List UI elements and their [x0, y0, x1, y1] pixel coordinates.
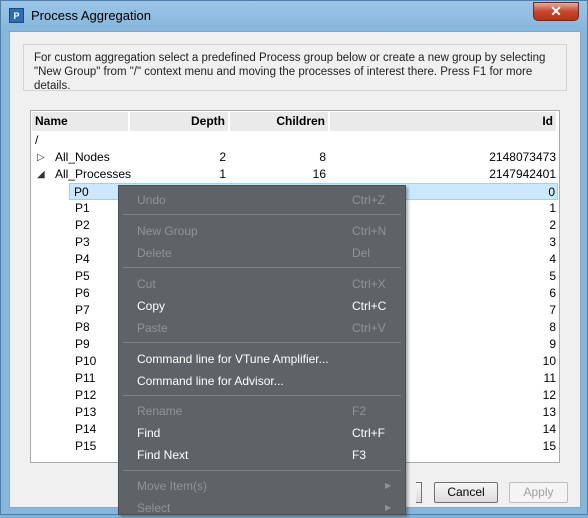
row-id: 2147942401 [489, 167, 556, 181]
row-name: P12 [75, 388, 97, 402]
menu-item-label: Copy [137, 299, 166, 313]
apply-button[interactable]: Apply [509, 482, 568, 503]
menu-item-paste[interactable]: Paste Ctrl+V [119, 318, 405, 338]
menu-item-label: New Group [137, 224, 198, 238]
row-name: All_Processes [55, 167, 132, 181]
close-button[interactable]: ✕ [533, 2, 579, 21]
context-menu: Undo Ctrl+Z New Group Ctrl+N Delete Del … [118, 185, 406, 515]
row-name: P8 [75, 320, 90, 334]
row-name: P0 [74, 185, 89, 199]
expand-arrow-icon[interactable]: ▷ [37, 149, 45, 166]
menu-item-label: Move Item(s) [137, 479, 208, 493]
menu-item-label: Select [137, 501, 171, 515]
menu-item-shortcut: F2 [352, 404, 367, 418]
menu-item-shortcut: Ctrl+Z [352, 193, 385, 207]
menu-item-shortcut: Ctrl+V [352, 321, 386, 335]
menu-item-undo[interactable]: Undo Ctrl+Z [119, 190, 405, 210]
menu-item-new-group[interactable]: New Group Ctrl+N [119, 221, 405, 241]
menu-item-find-next[interactable]: Find Next F3 [119, 445, 405, 465]
menu-item-label: Delete [137, 246, 172, 260]
column-header-name[interactable]: Name [32, 112, 130, 131]
column-header-id[interactable]: Id [330, 112, 558, 131]
row-name: P1 [75, 201, 90, 215]
menu-item-shortcut: Del [352, 246, 371, 260]
menu-item-label: Command line for VTune Amplifier... [137, 352, 329, 366]
row-name: P5 [75, 269, 90, 283]
menu-item-copy[interactable]: Copy Ctrl+C [119, 296, 405, 316]
submenu-arrow-icon: ▶ [385, 481, 392, 490]
submenu-arrow-icon: ▶ [385, 503, 392, 512]
menu-item-label: Find Next [137, 448, 189, 462]
menu-item-cmd-advisor[interactable]: Command line for Advisor... [119, 371, 405, 391]
row-name: P10 [75, 354, 97, 368]
menu-item-find[interactable]: Find Ctrl+F [119, 423, 405, 443]
row-name: All_Nodes [55, 150, 110, 164]
menu-separator [123, 395, 401, 396]
menu-item-label: Paste [137, 321, 168, 335]
menu-item-move-items[interactable]: Move Item(s) ▶ [119, 476, 405, 496]
column-header-depth[interactable]: Depth [130, 112, 230, 131]
cancel-button[interactable]: Cancel [434, 482, 498, 503]
menu-item-shortcut: F3 [352, 448, 367, 462]
menu-item-cut[interactable]: Cut Ctrl+X [119, 274, 405, 294]
row-depth: 1 [219, 167, 226, 181]
menu-item-rename[interactable]: Rename F2 [119, 401, 405, 421]
row-name: P13 [75, 405, 97, 419]
row-id: 2148073473 [489, 150, 556, 164]
menu-item-shortcut: Ctrl+X [352, 277, 386, 291]
row-name: P3 [75, 235, 90, 249]
tree-row-all-processes[interactable]: ◢ All_Processes 1 16 2147942401 [32, 166, 558, 183]
tree-row-all-nodes[interactable]: ▷ All_Nodes 2 8 2148073473 [32, 149, 558, 166]
row-name: P6 [75, 286, 90, 300]
row-name: P14 [75, 422, 97, 436]
row-depth: 2 [219, 150, 226, 164]
row-children: 16 [312, 167, 326, 181]
title-bar: P Process Aggregation ✕ [1, 1, 587, 31]
process-app-icon: P [9, 8, 24, 23]
row-name: P9 [75, 337, 90, 351]
menu-separator [123, 470, 401, 471]
menu-item-delete[interactable]: Delete Del [119, 243, 405, 263]
row-name: / [35, 133, 39, 147]
row-name: P7 [75, 303, 90, 317]
menu-separator [123, 342, 401, 343]
menu-item-label: Undo [137, 193, 166, 207]
menu-separator [123, 267, 401, 268]
row-name: P11 [75, 371, 96, 385]
menu-item-label: Rename [137, 404, 183, 418]
collapse-arrow-icon[interactable]: ◢ [37, 166, 45, 183]
ok-button[interactable] [416, 482, 422, 503]
menu-item-shortcut: Ctrl+F [352, 426, 385, 440]
row-children: 8 [319, 150, 326, 164]
menu-item-shortcut: Ctrl+C [352, 299, 387, 313]
info-text: For custom aggregation select a predefin… [23, 44, 567, 92]
menu-item-label: Cut [137, 277, 156, 291]
menu-item-label: Find [137, 426, 161, 440]
tree-header: Name Depth Children Id [32, 112, 558, 132]
row-name: P2 [75, 218, 90, 232]
menu-item-shortcut: Ctrl+N [352, 224, 387, 238]
menu-item-label: Command line for Advisor... [137, 374, 284, 388]
window-title: Process Aggregation [31, 8, 151, 23]
menu-item-cmd-vtune[interactable]: Command line for VTune Amplifier... [119, 349, 405, 369]
column-header-children[interactable]: Children [230, 112, 330, 131]
row-name: P4 [75, 252, 90, 266]
row-name: P15 [75, 439, 97, 453]
menu-separator [123, 214, 401, 215]
tree-row-root[interactable]: / [32, 132, 558, 149]
menu-item-select[interactable]: Select ▶ [119, 498, 405, 518]
